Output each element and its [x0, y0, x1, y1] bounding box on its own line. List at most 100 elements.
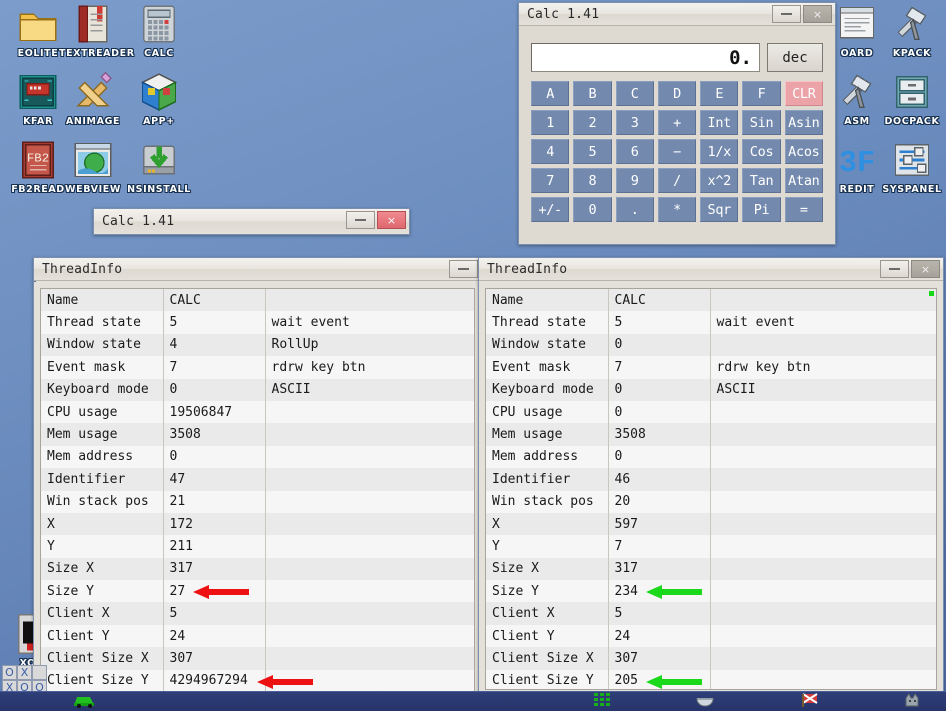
table-row: Win stack pos20	[486, 491, 936, 513]
calc-minimize-button[interactable]	[772, 5, 801, 23]
calc-rolled-minimize-button[interactable]	[346, 211, 375, 229]
cell-value: 7	[608, 356, 710, 378]
calc-key-1[interactable]: 1	[531, 110, 569, 135]
car-icon[interactable]	[72, 692, 92, 710]
calc-base-button[interactable]: dec	[767, 43, 823, 72]
desktop-icon-animage[interactable]: ANIMAGE	[59, 70, 127, 127]
calc-key-6[interactable]: 6	[616, 139, 654, 164]
minimize-icon	[355, 219, 366, 221]
calc-body: 0. dec ABCDEFCLR 123+IntSinAsin 456−1/xCos…	[519, 27, 835, 244]
calc-key-a[interactable]: A	[531, 81, 569, 106]
calc-key-f[interactable]: F	[742, 81, 780, 106]
desktop-icon-docpack[interactable]: DOCPACK	[878, 70, 946, 127]
calc-key-c[interactable]: C	[616, 81, 654, 106]
calc-key-cos[interactable]: Cos	[742, 139, 780, 164]
cell-note	[710, 423, 936, 445]
calc-key-d[interactable]: D	[658, 81, 696, 106]
flag-icon[interactable]	[800, 692, 820, 710]
cell-note	[710, 558, 936, 580]
calc-key-[interactable]: =	[785, 197, 823, 222]
threadinfo-right-close-button[interactable]: ×	[911, 260, 940, 278]
calc-key-e[interactable]: E	[700, 81, 738, 106]
table-row: Identifier46	[486, 468, 936, 490]
calc-rolled-controls: ×	[346, 211, 406, 229]
desktop-icon-app-[interactable]: APP+	[125, 70, 193, 127]
tictactoe-cell[interactable]: X	[17, 665, 32, 680]
threadinfo-left-titlebar[interactable]: ThreadInfo	[34, 258, 481, 281]
calc-key-pi[interactable]: Pi	[742, 197, 780, 222]
calc-window[interactable]: Calc 1.41 × 0. dec ABCDEFCLR 123+IntSinAs…	[518, 2, 836, 245]
calc-rolled-title: Calc 1.41	[102, 214, 174, 229]
calc-key-1-x[interactable]: 1/x	[700, 139, 738, 164]
calc-rolled-close-button[interactable]: ×	[377, 211, 406, 229]
calc-titlebar[interactable]: Calc 1.41 ×	[519, 3, 835, 26]
calc-keypad: ABCDEFCLR 123+IntSinAsin 456−1/xCosAcos 789…	[527, 81, 827, 222]
desktop-icon-nsinstall[interactable]: NSINSTALL	[125, 138, 193, 195]
calc-key-5[interactable]: 5	[573, 139, 611, 164]
cell-value: 7	[608, 535, 710, 557]
threadinfo-right-window[interactable]: ThreadInfo × NameCALCThread state5wait e…	[478, 257, 944, 697]
minimize-icon	[458, 268, 469, 270]
calc-key-[interactable]: /	[658, 168, 696, 193]
cell-name: Identifier	[486, 468, 608, 490]
cell-value: 4294967294	[163, 670, 265, 692]
threadinfo-right-minimize-button[interactable]	[880, 260, 909, 278]
grid-icon[interactable]	[592, 692, 612, 710]
taskbar[interactable]	[0, 691, 946, 711]
calc-key-sqr[interactable]: Sqr	[700, 197, 738, 222]
cell-value: 7	[163, 356, 265, 378]
calc-key-b[interactable]: B	[573, 81, 611, 106]
calc-rolled-titlebar[interactable]: Calc 1.41 ×	[94, 209, 409, 234]
desktop-icon-label: NSINSTALL	[125, 184, 193, 195]
threadinfo-left-minimize-button[interactable]	[449, 260, 478, 278]
hammer-icon	[890, 2, 934, 46]
threadinfo-right-titlebar[interactable]: ThreadInfo ×	[479, 258, 943, 281]
calc-key-tan[interactable]: Tan	[742, 168, 780, 193]
threadinfo-left-window[interactable]: ThreadInfo NameCALCThread state5wait eve…	[33, 257, 482, 705]
calc-key-[interactable]: .	[616, 197, 654, 222]
cell-note	[710, 647, 936, 669]
table-row: CPU usage19506847	[41, 401, 474, 423]
calc-key-8[interactable]: 8	[573, 168, 611, 193]
calc-rolled-window[interactable]: Calc 1.41 ×	[93, 208, 410, 235]
calc-display[interactable]: 0.	[531, 43, 760, 72]
calc-key-[interactable]: +/-	[531, 197, 569, 222]
desktop-icon-syspanel[interactable]: SYSPANEL	[878, 138, 946, 195]
cell-value: 0	[608, 446, 710, 468]
calc-key-[interactable]: *	[658, 197, 696, 222]
desktop-icon-calc[interactable]: CALC	[125, 2, 193, 59]
cell-note: rdrw key btn	[265, 356, 474, 378]
table-row: Client Y24	[486, 625, 936, 647]
calc-key-4[interactable]: 4	[531, 139, 569, 164]
calc-key-clr[interactable]: CLR	[785, 81, 823, 106]
calc-key-9[interactable]: 9	[616, 168, 654, 193]
tictactoe-cell[interactable]: O	[2, 665, 17, 680]
cell-note	[265, 401, 474, 423]
threadinfo-right-table: NameCALCThread state5wait eventWindow st…	[486, 289, 936, 690]
cat-icon[interactable]	[902, 692, 922, 710]
calc-key-sin[interactable]: Sin	[742, 110, 780, 135]
cell-note: ASCII	[710, 379, 936, 401]
calc-key-atan[interactable]: Atan	[785, 168, 823, 193]
calc-key-x-2[interactable]: x^2	[700, 168, 738, 193]
calc-key-[interactable]: +	[658, 110, 696, 135]
calc-key-2[interactable]: 2	[573, 110, 611, 135]
desktop-icon-kpack[interactable]: KPACK	[878, 2, 946, 59]
calc-key-acos[interactable]: Acos	[785, 139, 823, 164]
calc-close-button[interactable]: ×	[803, 5, 832, 23]
table-row: Event mask7rdrw key btn	[41, 356, 474, 378]
calc-key-3[interactable]: 3	[616, 110, 654, 135]
cell-value: 234	[608, 580, 710, 602]
calc-key-int[interactable]: Int	[700, 110, 738, 135]
calc-key-asin[interactable]: Asin	[785, 110, 823, 135]
desktop-icon-webview[interactable]: WEBVIEW	[59, 138, 127, 195]
calc-key-7[interactable]: 7	[531, 168, 569, 193]
calc-key-0[interactable]: 0	[573, 197, 611, 222]
table-row: NameCALC	[486, 289, 936, 311]
cell-value: 5	[163, 602, 265, 624]
calc-key-[interactable]: −	[658, 139, 696, 164]
tictactoe-cell[interactable]	[32, 665, 47, 680]
bowl-icon[interactable]	[695, 692, 715, 710]
hammer-icon	[835, 70, 879, 114]
desktop-icon-textreader[interactable]: TEXTREADER	[59, 2, 127, 59]
